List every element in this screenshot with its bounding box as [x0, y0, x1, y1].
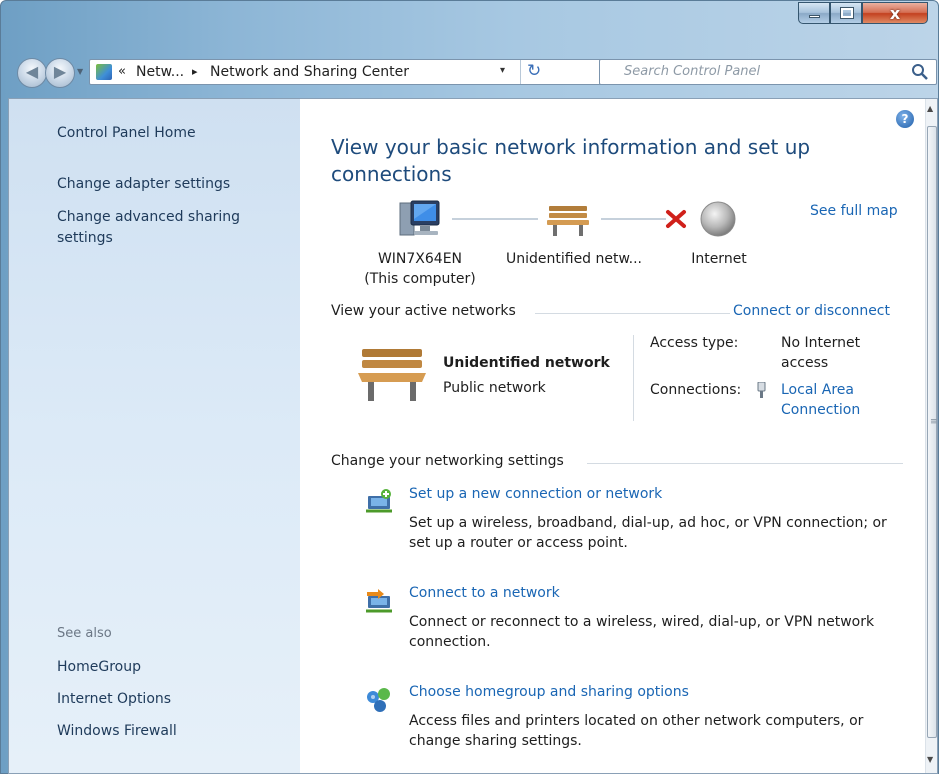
active-network-type-link[interactable]: Public network [443, 380, 546, 396]
maximize-icon [840, 7, 854, 19]
public-network-bench-icon [358, 349, 426, 401]
map-link-computer-network [452, 218, 538, 220]
sidebar: Control Panel Home Change adapter settin… [9, 99, 300, 773]
connections-label: Connections: [650, 382, 742, 398]
scroll-grip-icon: ≡ [930, 417, 938, 427]
task-setup-new-connection-desc: Set up a wireless, broadband, dial-up, a… [409, 515, 887, 551]
scroll-down-arrow-icon[interactable]: ▼ [927, 755, 933, 764]
main-panel: ? View your basic network information an… [300, 99, 925, 773]
scroll-up-arrow-icon[interactable]: ▲ [927, 104, 933, 113]
window-frame: x ◀ ▶ ▼ « Netw... ▸ Network and Sharing … [0, 0, 939, 774]
map-computer-name: WIN7X64EN [377, 251, 463, 267]
change-settings-heading: Change your networking settings [331, 453, 564, 469]
connect-network-icon [366, 589, 392, 613]
sidebar-item-control-panel-home[interactable]: Control Panel Home [57, 123, 196, 144]
sidebar-item-windows-firewall[interactable]: Windows Firewall [57, 721, 177, 742]
map-internet-label: Internet [691, 251, 747, 267]
globe-icon[interactable] [699, 200, 737, 238]
task-homegroup-link[interactable]: Choose homegroup and sharing options [409, 684, 689, 700]
computer-icon[interactable] [398, 199, 442, 239]
access-type-label: Access type: [650, 335, 739, 351]
close-icon: x [889, 4, 901, 23]
close-button[interactable]: x [862, 2, 928, 24]
refresh-icon[interactable]: ↻ [527, 61, 541, 81]
page-title: View your basic network information and … [331, 135, 811, 186]
active-networks-heading: View your active networks [331, 303, 516, 319]
search-box[interactable]: Search Control Panel [599, 59, 937, 85]
bench-icon[interactable] [545, 203, 591, 237]
breadcrumb-network[interactable]: Netw... [136, 64, 184, 80]
address-divider [520, 60, 521, 84]
active-network-name: Unidentified network [443, 355, 610, 371]
see-also-heading: See also [57, 626, 112, 641]
sidebar-item-homegroup[interactable]: HomeGroup [57, 657, 141, 678]
breadcrumb-overflow[interactable]: « [118, 64, 126, 79]
address-bar[interactable]: « Netw... ▸ Network and Sharing Center ▾… [89, 59, 615, 85]
title-bar[interactable]: x [1, 1, 938, 49]
ethernet-plug-icon [757, 382, 766, 398]
forward-arrow-icon: ▶ [53, 62, 67, 81]
forward-button[interactable]: ▶ [45, 58, 75, 88]
minimize-button[interactable] [798, 2, 830, 24]
homegroup-icon [367, 688, 390, 712]
help-icon[interactable]: ? [896, 110, 914, 128]
minimize-icon [809, 15, 820, 18]
map-network-name: Unidentified netw... [505, 251, 643, 267]
local-area-connection-link[interactable]: Local Area Connection [781, 380, 891, 420]
back-button[interactable]: ◀ [17, 58, 47, 88]
task-connect-to-network-desc: Connect or reconnect to a wireless, wire… [409, 614, 875, 650]
sidebar-item-internet-options[interactable]: Internet Options [57, 689, 171, 710]
task-homegroup-desc: Access files and printers located on oth… [409, 713, 864, 749]
map-computer-sub: (This computer) [364, 271, 476, 287]
address-dropdown-icon[interactable]: ▾ [500, 65, 505, 76]
search-icon[interactable] [911, 63, 929, 81]
breadcrumb-network-sharing-center[interactable]: Network and Sharing Center [210, 64, 409, 80]
sidebar-item-change-adapter-settings[interactable]: Change adapter settings [57, 174, 230, 195]
search-input[interactable]: Search Control Panel [624, 64, 760, 79]
recent-pages-dropdown-icon[interactable]: ▼ [77, 67, 83, 76]
task-setup-new-connection-link[interactable]: Set up a new connection or network [409, 486, 662, 502]
active-networks-rule [535, 313, 730, 314]
content-area: Control Panel Home Change adapter settin… [8, 98, 938, 774]
task-connect-to-network-link[interactable]: Connect to a network [409, 585, 560, 601]
maximize-button[interactable] [830, 2, 862, 24]
network-center-icon [96, 64, 112, 80]
map-link-network-internet [601, 218, 666, 220]
no-connection-x-icon [666, 210, 686, 228]
scroll-thumb[interactable]: ≡ [927, 126, 938, 738]
access-type-value: No Internet access [781, 335, 861, 371]
active-network-divider [633, 335, 634, 421]
breadcrumb-separator-icon[interactable]: ▸ [192, 65, 198, 78]
new-connection-icon [366, 489, 392, 513]
connect-or-disconnect-link[interactable]: Connect or disconnect [733, 303, 890, 319]
change-settings-rule [587, 463, 903, 464]
vertical-scrollbar[interactable]: ▲ ≡ ▼ [925, 99, 938, 773]
back-arrow-icon: ◀ [25, 62, 39, 81]
sidebar-item-change-advanced-sharing[interactable]: Change advanced sharing settings [57, 207, 277, 249]
see-full-map-link[interactable]: See full map [810, 203, 898, 219]
